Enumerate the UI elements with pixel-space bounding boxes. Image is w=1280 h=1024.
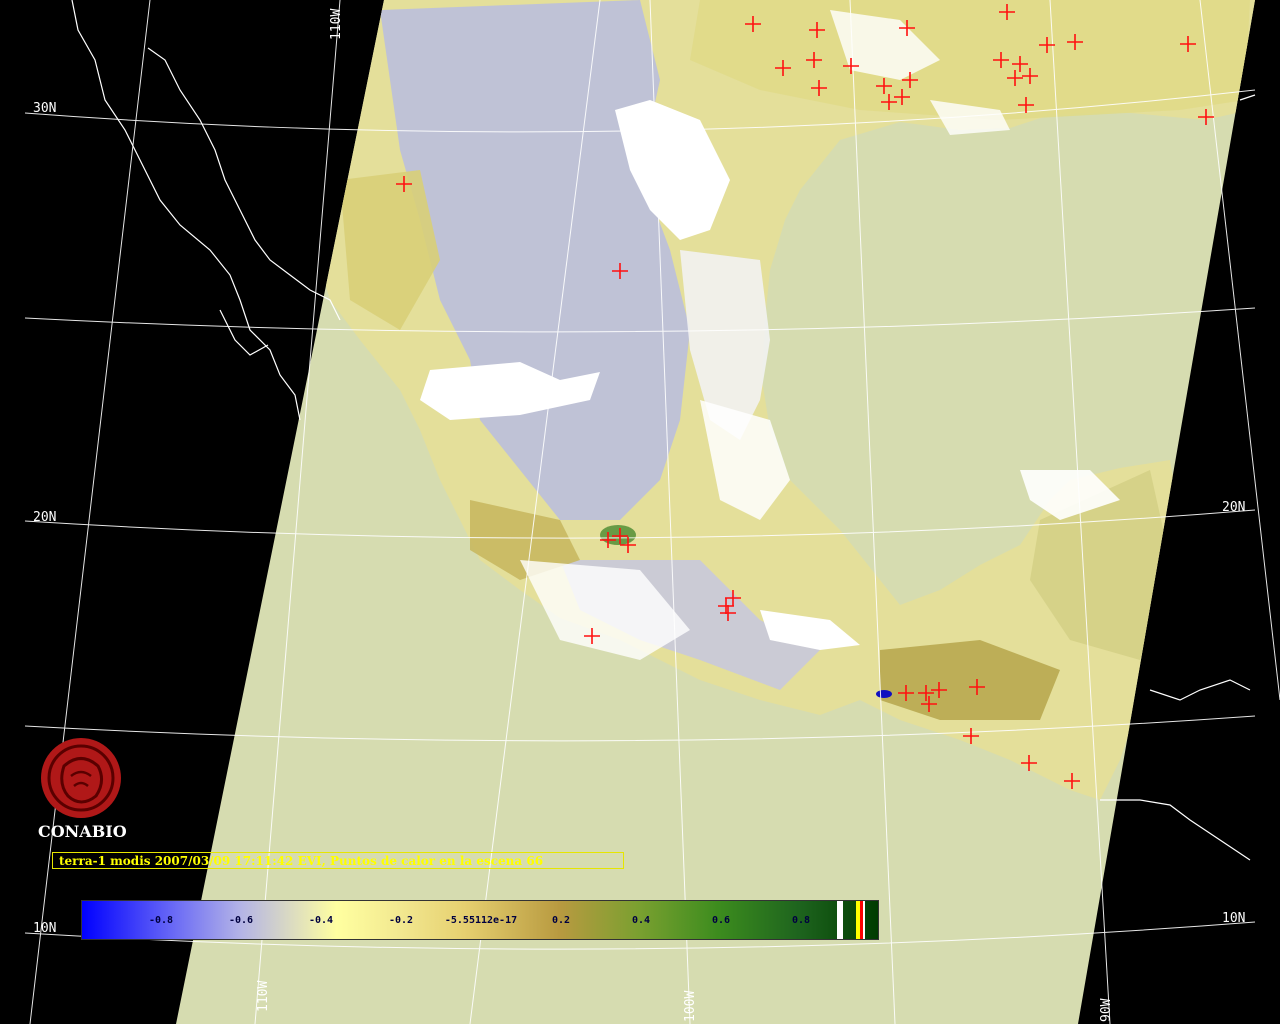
- satellite-map: [24, 0, 1280, 1024]
- colorbar-hotspot-stripe: [863, 901, 865, 939]
- colorbar-tick: -0.2: [388, 915, 414, 926]
- lon-label-110w-top: 110W: [329, 8, 344, 40]
- lat-label-30n: 30N: [33, 101, 57, 116]
- evi-colorbar: -0.8 -0.6 -0.4 -0.2 -5.55112e-17 0.2 0.4…: [81, 900, 879, 940]
- colorbar-cloud-stripe: [837, 901, 843, 939]
- colorbar-tick: -0.8: [148, 915, 174, 926]
- lat-label-10n-left: 10N: [33, 921, 57, 936]
- lon-label-90w: 90W: [1099, 998, 1114, 1022]
- lon-label-100w: 100W: [683, 990, 698, 1022]
- lat-label-20n-right: 20N: [1222, 500, 1246, 515]
- colorbar-tick: 0.4: [631, 915, 651, 926]
- colorbar-tick: 0.8: [791, 915, 811, 926]
- lat-label-10n-right: 10N: [1222, 911, 1246, 926]
- lon-label-110w-bottom: 110W: [256, 980, 271, 1012]
- colorbar-tick: -5.55112e-17: [444, 915, 518, 926]
- colorbar-tick: 0.2: [551, 915, 571, 926]
- colorbar-tick: -0.6: [228, 915, 254, 926]
- colorbar-tick: 0.6: [711, 915, 731, 926]
- image-caption: terra-1 modis 2007/03/09 17:11:42 EVI, P…: [52, 852, 624, 869]
- conabio-logo-text: CONABIO: [38, 822, 127, 841]
- lat-label-20n-left: 20N: [33, 510, 57, 525]
- map-view: 30N 20N 20N 10N 10N 110W 110W 100W 90W C…: [0, 0, 1280, 1024]
- colorbar-tick: -0.4: [308, 915, 334, 926]
